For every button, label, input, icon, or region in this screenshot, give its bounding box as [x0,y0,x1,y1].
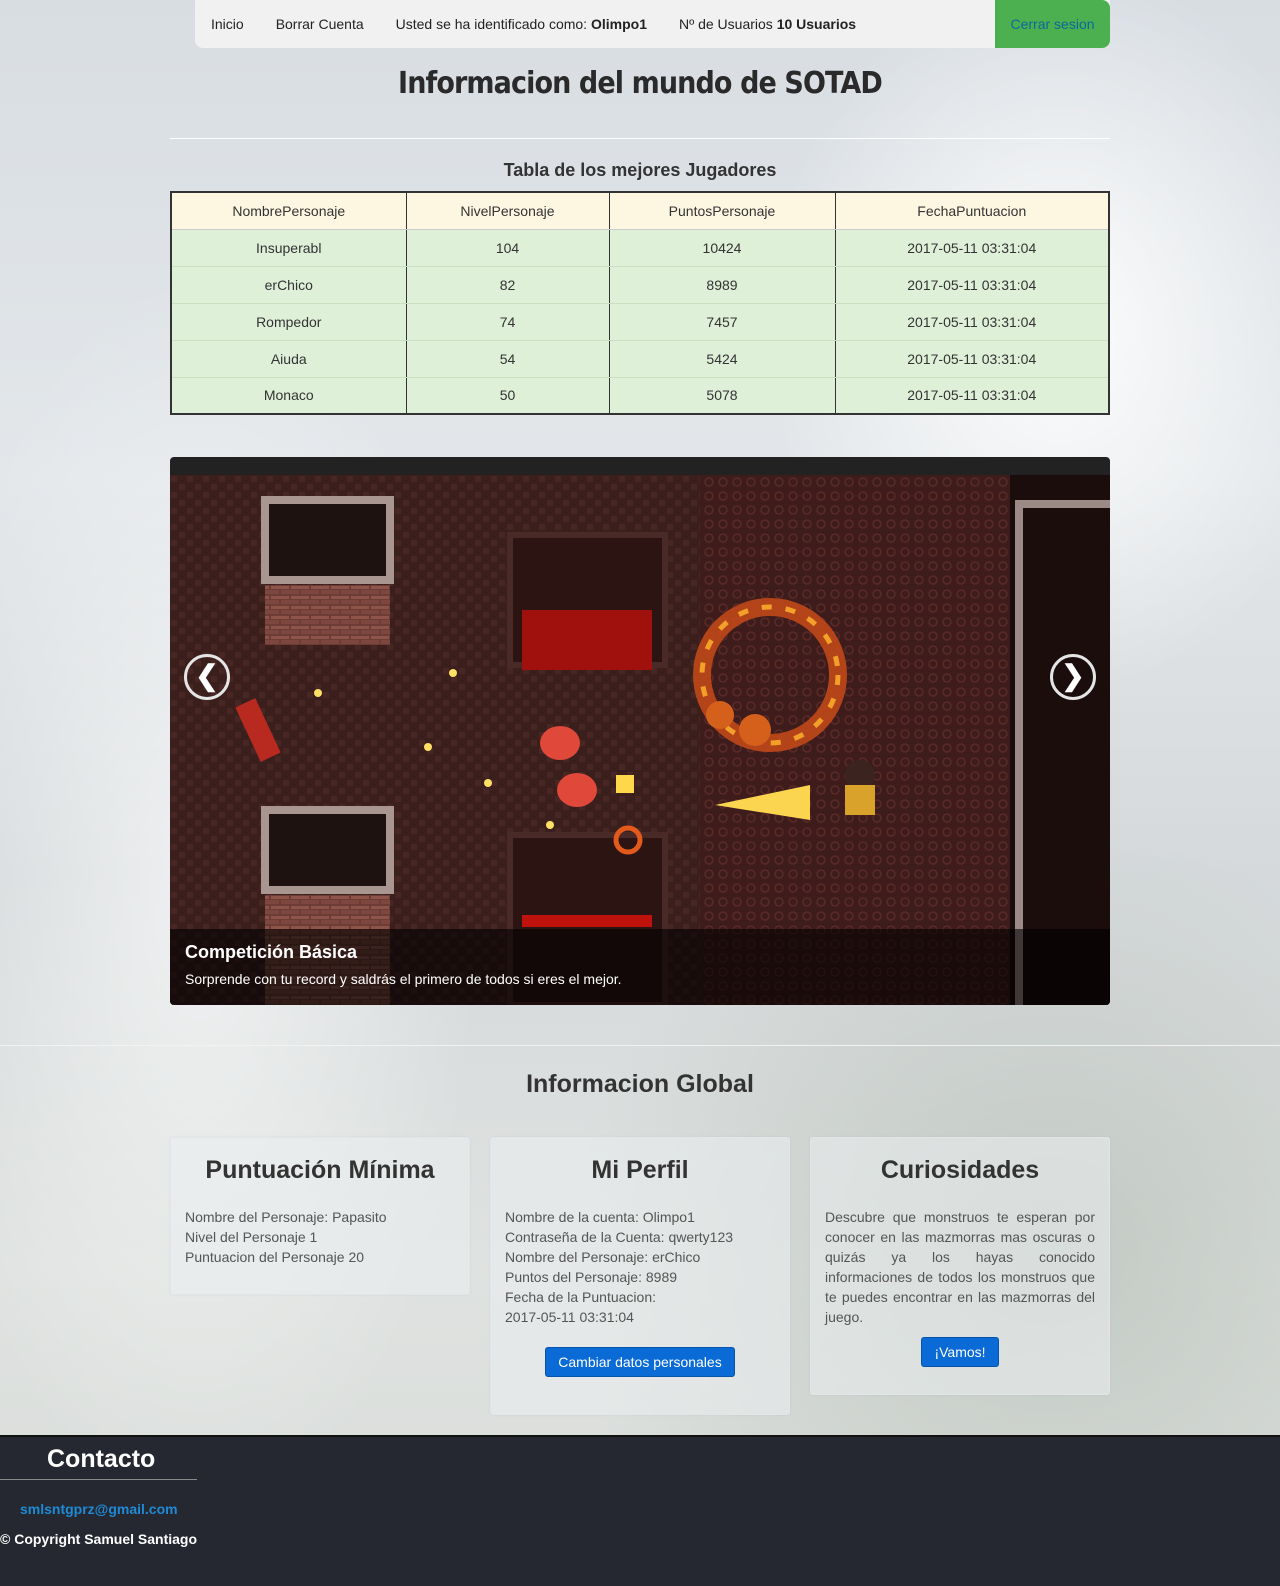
top-players-table: NombrePersonaje NivelPersonaje PuntosPer… [170,191,1110,415]
table-row: Insuperabl 104 10424 2017-05-11 03:31:04 [171,229,1109,267]
identified-username: Olimpo1 [590,16,647,32]
carousel-slide-image [170,475,1110,1005]
table-cell: 54 [406,340,610,378]
table-cell: 5078 [609,377,836,415]
table-cell: 2017-05-11 03:31:04 [835,303,1109,341]
table-cell: 50 [406,377,610,415]
table-cell: 8989 [609,266,836,304]
card-title: Puntuación Mínima [205,1156,435,1184]
table-cell: Rompedor [171,303,407,341]
table-cell: 104 [406,229,610,267]
card-line: Nombre del Personaje: erChico [505,1249,701,1265]
card-min-score: Puntuación Mínima Nombre del Personaje: … [170,1137,470,1295]
copyright-text: © Copyright Samuel Santiago [0,1531,198,1547]
carousel-next-button[interactable]: ❯ [1050,654,1096,700]
table-row: Monaco 50 5078 2017-05-11 03:31:04 [171,377,1109,415]
contact-email-link[interactable]: smlsntgprz@gmail.com [20,1501,178,1517]
table-cell: 2017-05-11 03:31:04 [835,340,1109,378]
table-cell: 5424 [609,340,836,378]
caption-title: Competición Básica [185,942,358,962]
footer: Contacto smlsntgprz@gmail.com © Copyrigh… [0,1435,1280,1586]
vamos-button[interactable]: ¡Vamos! [921,1337,999,1367]
logout-button[interactable]: Cerrar sesion [995,0,1110,48]
card-line: Contraseña de la Cuenta: qwerty123 [505,1229,734,1245]
nav-borrar-cuenta-link[interactable]: Borrar Cuenta [260,16,380,32]
column-header: NombrePersonaje [171,192,407,230]
card-line: Fecha de la Puntuacion: [505,1289,656,1305]
nav-inicio-link[interactable]: Inicio [195,16,260,32]
card-line: Puntos del Personaje: 8989 [505,1269,678,1285]
carousel-caption: Competición Básica Sorprende con tu reco… [170,929,1110,1005]
card-title: Curiosidades [880,1156,1040,1184]
column-header: PuntosPersonaje [609,192,836,230]
table-cell: 2017-05-11 03:31:04 [835,377,1109,415]
card-line: Nivel del Personaje 1 [185,1229,318,1245]
column-header: NivelPersonaje [406,192,610,230]
card-line: Nombre del Personaje: Papasito [185,1209,387,1225]
table-row: Rompedor 74 7457 2017-05-11 03:31:04 [171,303,1109,341]
top-navbar: Inicio Borrar Cuenta Usted se ha identif… [195,0,1110,48]
table-cell: Monaco [171,377,407,415]
divider [0,1479,197,1480]
table-cell: 2017-05-11 03:31:04 [835,229,1109,267]
table-cell: 2017-05-11 03:31:04 [835,266,1109,304]
users-count: 10 Usuarios [776,16,857,32]
identified-prefix: Usted se ha identificado como: [395,16,588,32]
footer-title: Contacto [47,1445,156,1473]
change-personal-data-button[interactable]: Cambiar datos personales [545,1347,735,1377]
carousel-prev-button[interactable]: ❮ [184,654,230,700]
card-curiosities: Curiosidades Descubre que monstruos te e… [810,1137,1110,1395]
table-cell: 7457 [609,303,836,341]
table-cell: erChico [171,266,407,304]
card-line: Puntuacion del Personaje 20 [185,1249,365,1265]
nav-identified-user: Usted se ha identificado como: Olimpo1 [380,16,663,32]
table-cell: 82 [406,266,610,304]
global-title: Informacion Global [526,1070,754,1098]
table-row: Aiuda 54 5424 2017-05-11 03:31:04 [171,340,1109,378]
card-text: Descubre que monstruos te esperan por co… [825,1209,1095,1325]
divider [0,1045,1280,1046]
table-cell: 10424 [609,229,836,267]
card-line: 2017-05-11 03:31:04 [505,1309,634,1325]
table-cell: Aiuda [171,340,407,378]
table-row: erChico 82 8989 2017-05-11 03:31:04 [171,266,1109,304]
card-title: Mi Perfil [591,1156,689,1184]
caption-text: Sorprende con tu record y saldrás el pri… [185,971,622,987]
card-line: Nombre de la cuenta: Olimpo1 [505,1209,695,1225]
page-title: Informacion del mundo de SOTAD [398,66,883,101]
table-title: Tabla de los mejores Jugadores [503,160,777,180]
table-cell: Insuperabl [171,229,407,267]
card-my-profile: Mi Perfil Nombre de la cuenta: Olimpo1 C… [490,1137,790,1415]
users-prefix: Nº de Usuarios [678,16,773,32]
image-carousel: ❮ ❯ Competición Básica Sorprende con tu … [170,457,1110,1005]
column-header: FechaPuntuacion [835,192,1109,230]
nav-user-count: Nº de Usuarios 10 Usuarios [663,16,872,32]
table-cell: 74 [406,303,610,341]
table-header-row: NombrePersonaje NivelPersonaje PuntosPer… [171,192,1109,230]
divider [170,138,1110,139]
